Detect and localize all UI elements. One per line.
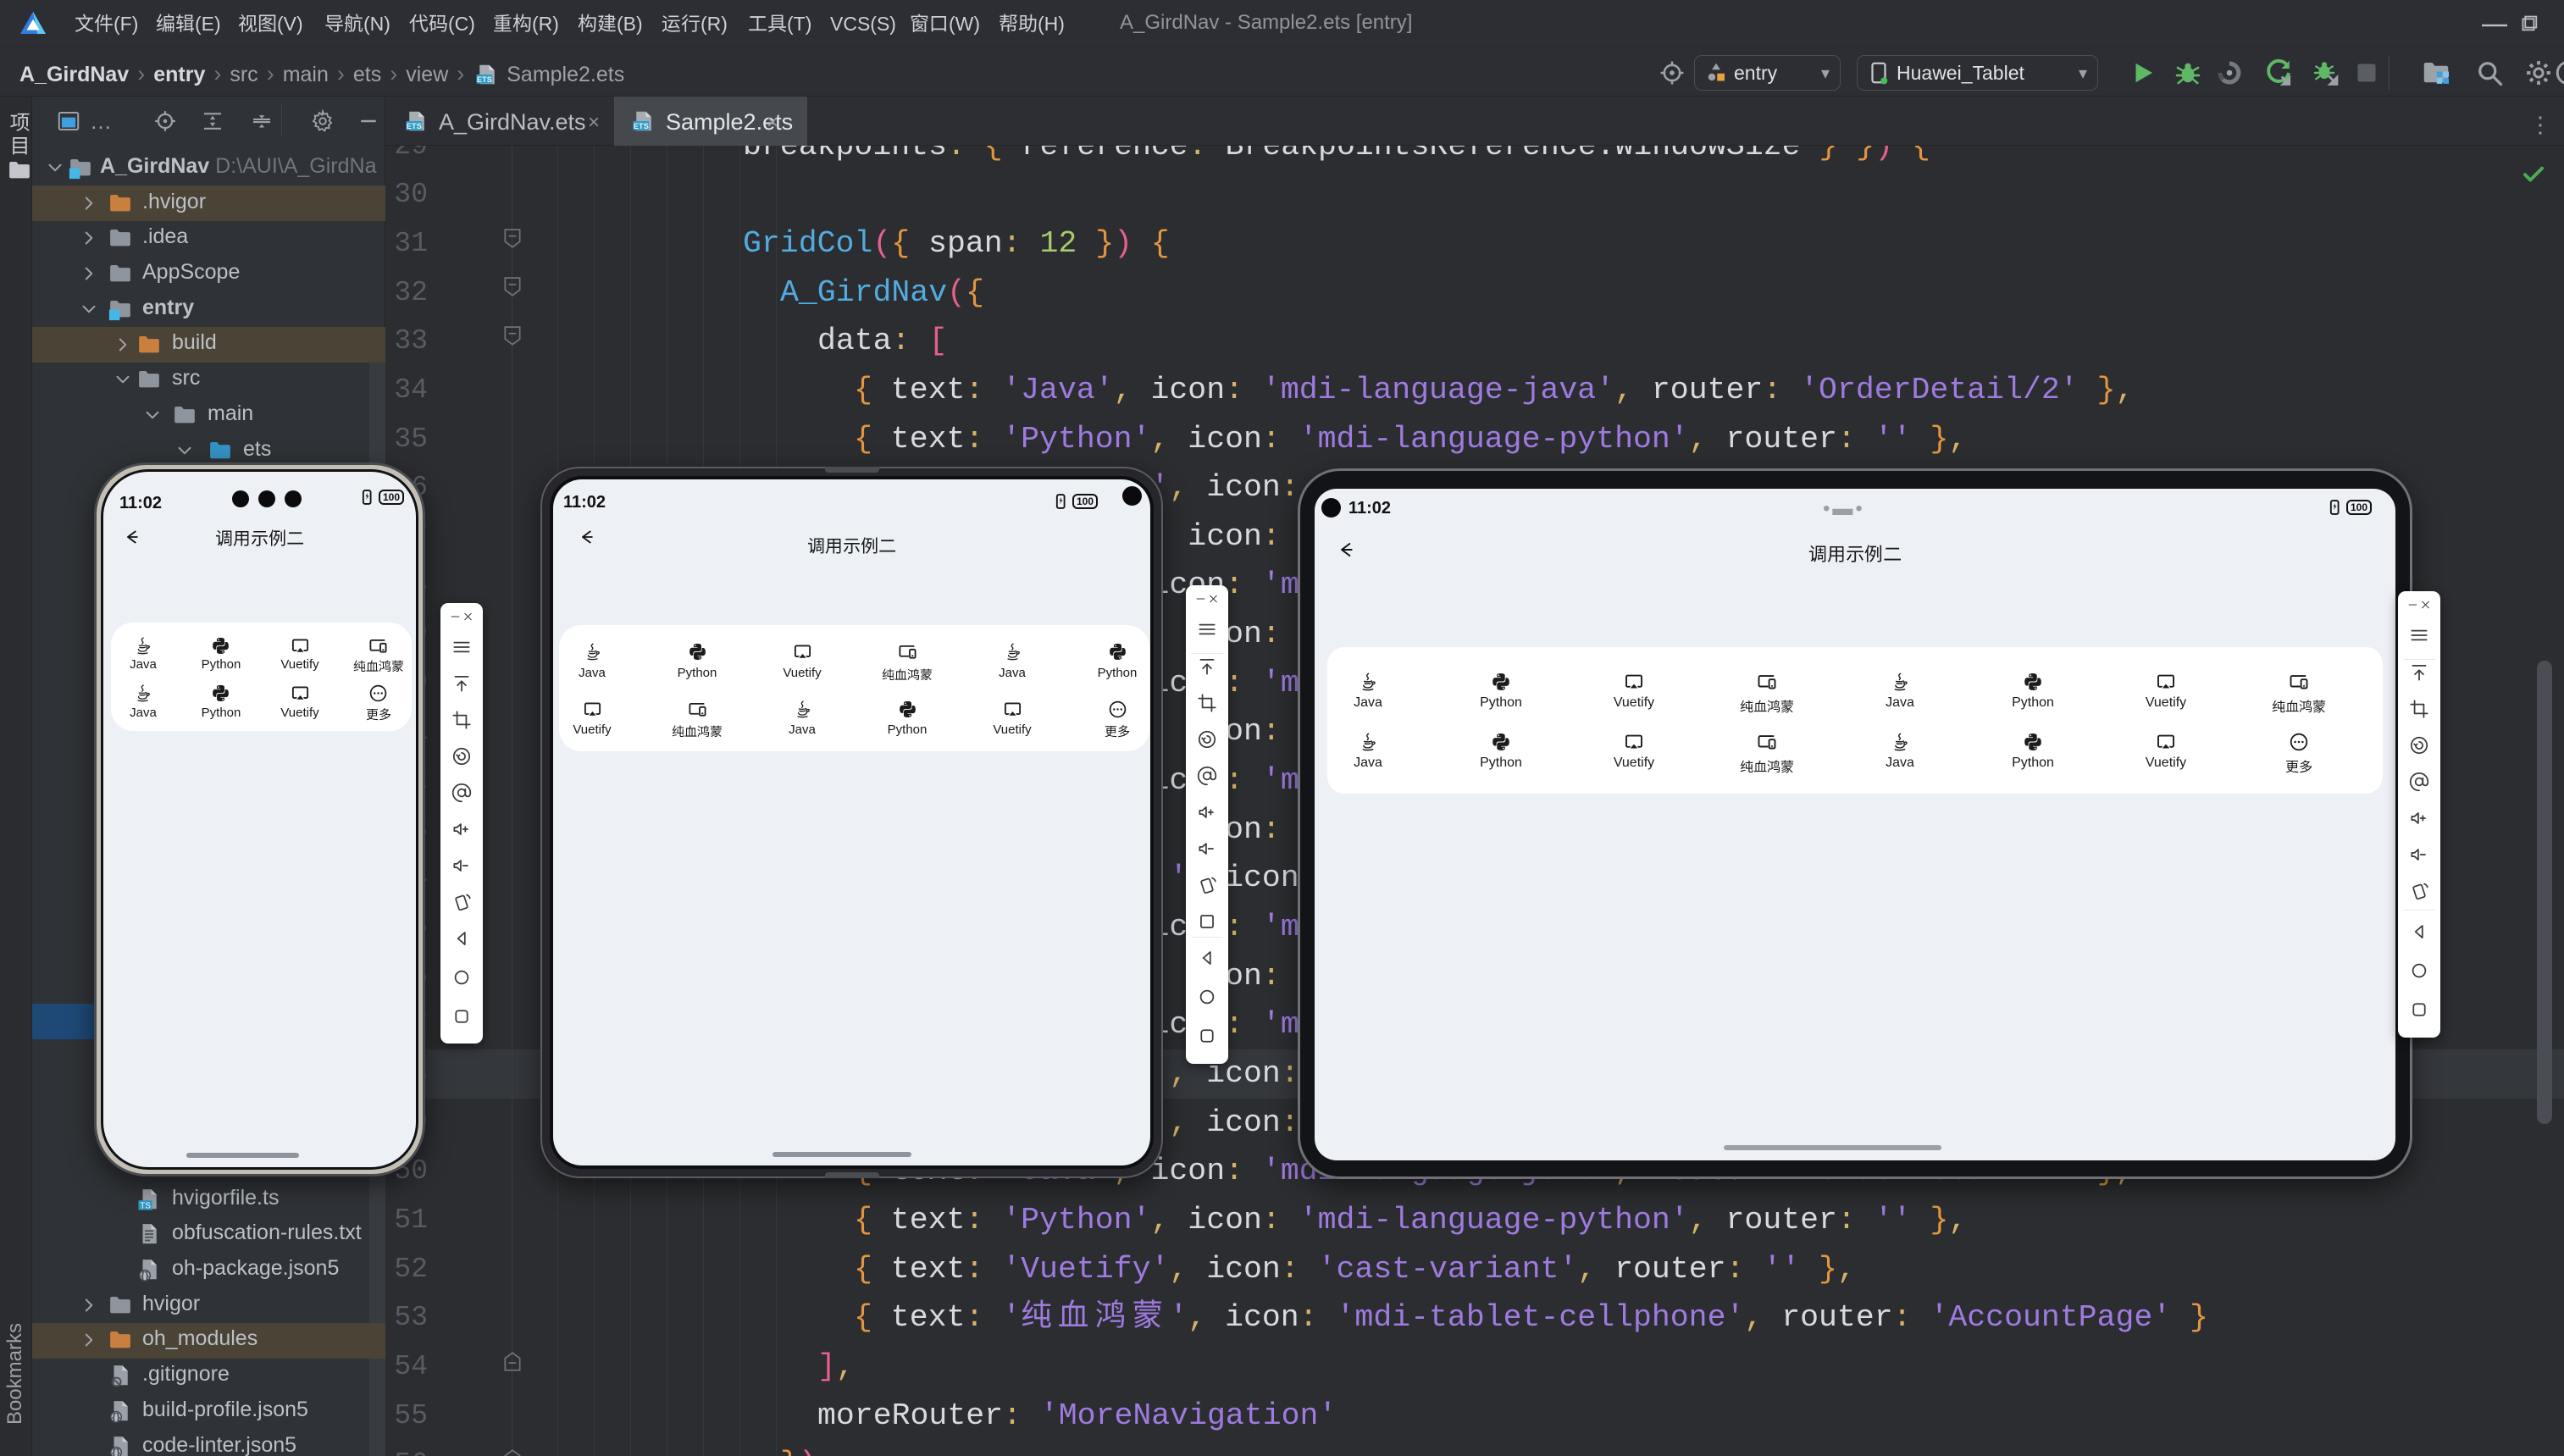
svg-text:TS: TS [140, 1201, 151, 1210]
svg-text:{}: {} [112, 1411, 120, 1423]
svg-text:{}: {} [112, 1447, 120, 1456]
svg-text:ETS: ETS [477, 75, 492, 84]
svg-text:ETS: ETS [407, 122, 422, 130]
svg-text:ETS: ETS [634, 122, 649, 130]
svg-text:{}: {} [141, 1270, 149, 1282]
